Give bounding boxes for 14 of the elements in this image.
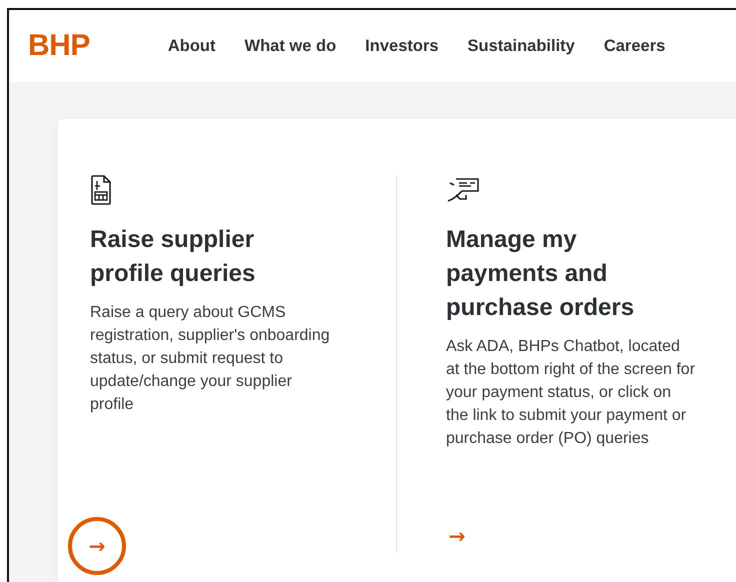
bhp-logo[interactable]: BHP: [28, 29, 90, 63]
nav-link[interactable]: What we do: [244, 36, 336, 56]
card-title: Raise supplier profile queries: [90, 225, 256, 289]
card-description: Ask ADA, BHPs Chatbot, located at the bottom right of the screen for your payment status, or click on the link to submit your payment or purchase order (PO) queries: [446, 337, 696, 449]
arrow-link[interactable]: →: [68, 517, 126, 575]
arrow-link[interactable]: →: [446, 521, 468, 551]
nav-link[interactable]: About: [168, 36, 216, 56]
nav-link[interactable]: Careers: [604, 36, 666, 56]
nav-link[interactable]: Investors: [365, 36, 439, 56]
cheque-icon: [446, 175, 480, 205]
nav-link[interactable]: Sustainability: [468, 36, 575, 56]
card-description: Raise a query about GCMS registration, supplier's onboarding status, or submit request to update/change your supplier profile: [90, 303, 330, 415]
card-title: Manage my payments and purchase orders: [446, 225, 636, 323]
invoice-icon: [90, 175, 112, 205]
